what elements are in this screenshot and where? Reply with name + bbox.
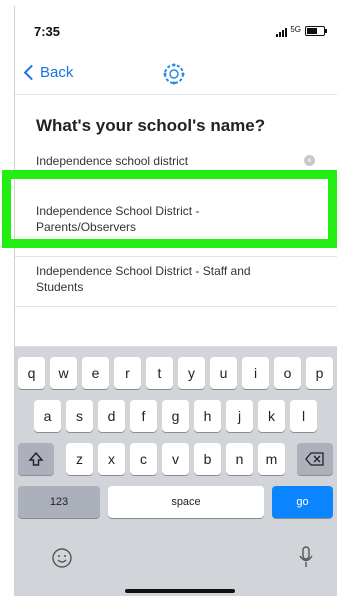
key-i[interactable]: i <box>242 357 269 389</box>
result-item-staff-students[interactable]: Independence School District - Staff and… <box>36 263 296 295</box>
key-z[interactable]: z <box>66 443 93 475</box>
key-j[interactable]: j <box>226 400 253 432</box>
result-item-parents-observers[interactable]: Independence School District - Parents/O… <box>36 203 296 235</box>
battery-icon <box>305 26 327 36</box>
key-u[interactable]: u <box>210 357 237 389</box>
signal-icon <box>276 28 287 37</box>
back-button[interactable]: Back <box>23 64 73 81</box>
nav-bar: Back <box>15 56 337 95</box>
status-bar: 7:35 5G <box>15 6 337 50</box>
key-b[interactable]: b <box>194 443 221 475</box>
key-y[interactable]: y <box>178 357 205 389</box>
key-p[interactable]: p <box>306 357 333 389</box>
school-search-input[interactable] <box>36 154 286 168</box>
backspace-icon <box>305 452 324 466</box>
app-logo-icon <box>161 61 187 92</box>
dictation-button[interactable] <box>298 545 314 574</box>
result-divider <box>15 306 337 307</box>
key-s[interactable]: s <box>66 400 93 432</box>
key-t[interactable]: t <box>146 357 173 389</box>
key-f[interactable]: f <box>130 400 157 432</box>
clear-icon[interactable]: × <box>304 155 315 166</box>
shift-icon <box>28 451 44 466</box>
key-w[interactable]: w <box>50 357 77 389</box>
key-o[interactable]: o <box>274 357 301 389</box>
chevron-left-icon <box>23 64 40 81</box>
page-title: What's your school's name? <box>36 116 266 135</box>
keyboard: q w e r t y u i o p a s d f g h j k l z … <box>15 347 337 596</box>
results-list-end <box>15 324 337 347</box>
key-h[interactable]: h <box>194 400 221 432</box>
key-q[interactable]: q <box>18 357 45 389</box>
key-c[interactable]: c <box>130 443 157 475</box>
key-d[interactable]: d <box>98 400 125 432</box>
status-time: 7:35 <box>34 24 61 39</box>
key-v[interactable]: v <box>162 443 189 475</box>
network-label: 5G <box>290 25 301 34</box>
search-row: × <box>15 143 337 172</box>
space-key[interactable]: space <box>108 486 264 518</box>
result-divider <box>15 256 337 257</box>
key-e[interactable]: e <box>82 357 109 389</box>
key-m[interactable]: m <box>258 443 285 475</box>
home-indicator <box>125 589 235 593</box>
key-x[interactable]: x <box>98 443 125 475</box>
phone-screen: 7:35 5G Back What's your school's name? … <box>14 6 337 596</box>
key-a[interactable]: a <box>34 400 61 432</box>
key-k[interactable]: k <box>258 400 285 432</box>
emoji-button[interactable] <box>51 547 73 574</box>
key-r[interactable]: r <box>114 357 141 389</box>
key-n[interactable]: n <box>226 443 253 475</box>
back-label: Back <box>40 64 74 81</box>
numbers-key[interactable]: 123 <box>18 486 100 518</box>
delete-key[interactable] <box>297 443 333 475</box>
shift-key[interactable] <box>18 443 54 475</box>
emoji-icon <box>52 548 72 568</box>
microphone-icon <box>299 546 313 567</box>
go-key[interactable]: go <box>272 486 333 518</box>
key-l[interactable]: l <box>290 400 317 432</box>
key-g[interactable]: g <box>162 400 189 432</box>
